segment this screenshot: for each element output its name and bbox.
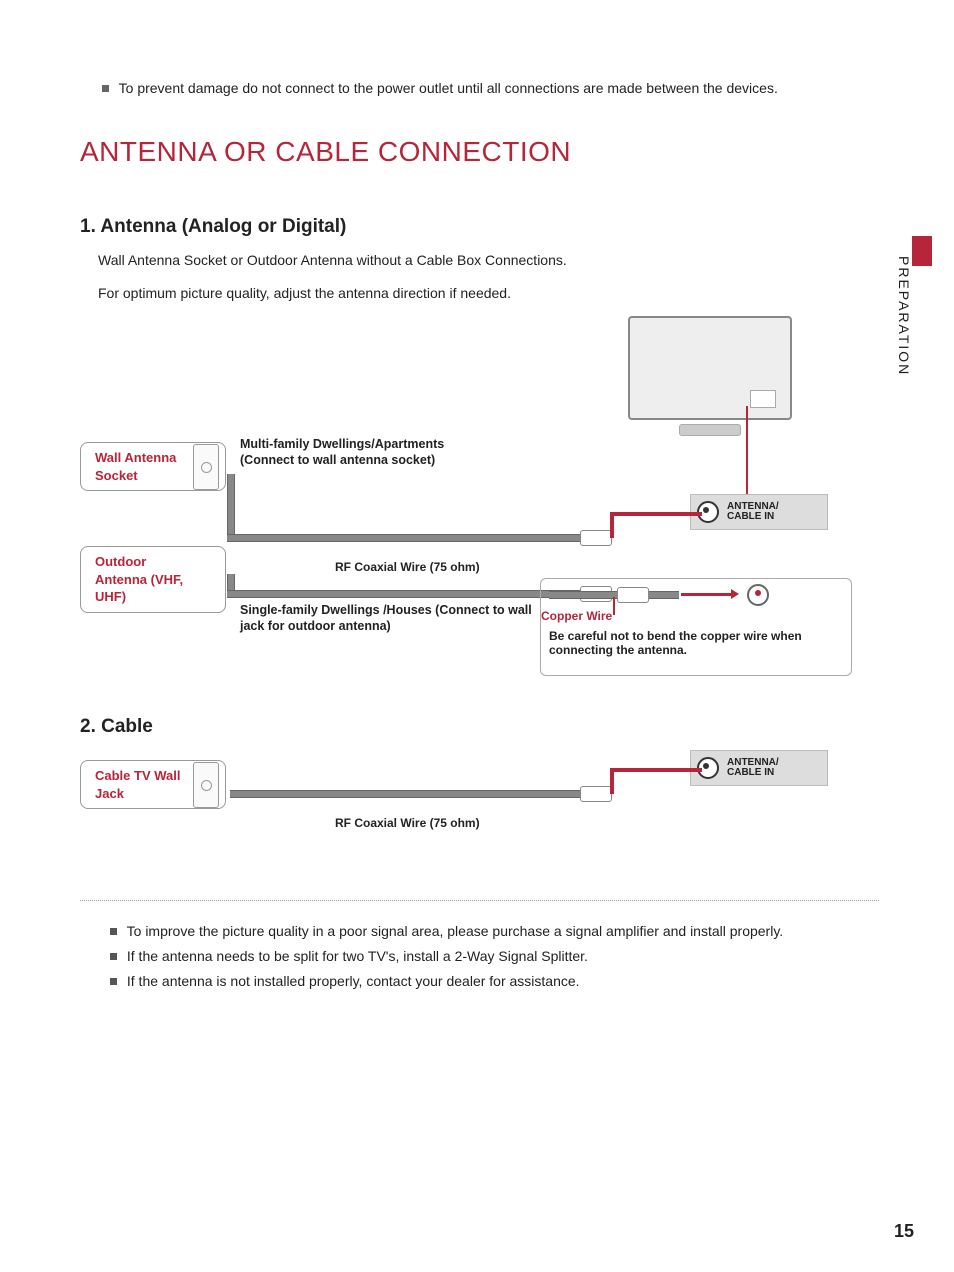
divider bbox=[80, 900, 879, 901]
antenna-port-box: ANTENNA/ CABLE IN bbox=[690, 494, 828, 530]
callout-line bbox=[746, 406, 748, 494]
copper-warning-text: Be careful not to bend the copper wire w… bbox=[549, 629, 819, 657]
section1-intro2: For optimum picture quality, adjust the … bbox=[98, 283, 598, 304]
bullet-icon bbox=[110, 928, 117, 935]
tv-screen-icon bbox=[628, 316, 792, 420]
page-number: 15 bbox=[894, 1221, 914, 1242]
wire-magenta bbox=[681, 593, 731, 596]
top-note: To prevent damage do not connect to the … bbox=[102, 80, 879, 96]
coax-target-icon bbox=[747, 584, 769, 606]
port-label: ANTENNA/ CABLE IN bbox=[727, 758, 779, 778]
wire bbox=[227, 590, 587, 598]
side-tab-label: PREPARATION bbox=[896, 256, 912, 376]
wall-plate-icon bbox=[193, 444, 219, 490]
note-item: To improve the picture quality in a poor… bbox=[110, 919, 879, 944]
tv-illustration bbox=[620, 316, 800, 446]
wire-magenta bbox=[610, 768, 702, 772]
single-family-caption: Single-family Dwellings /Houses (Connect… bbox=[240, 602, 540, 635]
rf-connector-icon bbox=[580, 786, 612, 802]
rf-connector-icon bbox=[617, 587, 649, 603]
wall-plate-icon bbox=[193, 762, 219, 808]
wall-antenna-socket-label: Wall Antenna Socket bbox=[80, 442, 226, 491]
tv-stand-icon bbox=[679, 424, 741, 436]
note-item: If the antenna is not installed properly… bbox=[110, 969, 879, 994]
diagram-cable: ANTENNA/ CABLE IN Cable TV Wall Jack RF … bbox=[80, 750, 879, 870]
multi-family-caption: Multi-family Dwellings/Apartments (Conne… bbox=[240, 436, 500, 469]
page: To prevent damage do not connect to the … bbox=[0, 0, 954, 1272]
side-tab: PREPARATION bbox=[912, 236, 932, 396]
outdoor-antenna-label: Outdoor Antenna (VHF, UHF) bbox=[80, 546, 226, 613]
bullet-icon bbox=[110, 953, 117, 960]
top-note-text: To prevent damage do not connect to the … bbox=[119, 80, 778, 96]
section1-intro1: Wall Antenna Socket or Outdoor Antenna w… bbox=[98, 250, 598, 271]
wire-magenta bbox=[610, 512, 702, 516]
diagram-antenna: ANTENNA/ CABLE IN Wall Antenna Socket Ou… bbox=[80, 316, 879, 696]
bullet-icon bbox=[102, 85, 109, 92]
section2-heading: 2. Cable bbox=[80, 716, 879, 738]
port-label: ANTENNA/ CABLE IN bbox=[727, 502, 779, 522]
main-title: ANTENNA OR CABLE CONNECTION bbox=[80, 136, 879, 168]
notes-list: To improve the picture quality in a poor… bbox=[110, 919, 879, 995]
rf-connector-icon bbox=[580, 530, 612, 546]
note-item: If the antenna needs to be split for two… bbox=[110, 944, 879, 969]
rf-coaxial-label: RF Coaxial Wire (75 ohm) bbox=[335, 560, 480, 576]
rf-coaxial-label: RF Coaxial Wire (75 ohm) bbox=[335, 816, 480, 832]
wire bbox=[227, 474, 235, 538]
copper-wire-label: Copper Wire bbox=[541, 609, 612, 623]
wire-magenta bbox=[610, 512, 614, 538]
cable-tv-wall-jack-label: Cable TV Wall Jack bbox=[80, 760, 226, 809]
wire-magenta bbox=[610, 768, 614, 794]
callout-line bbox=[613, 597, 615, 615]
bullet-icon bbox=[110, 978, 117, 985]
antenna-port-box: ANTENNA/ CABLE IN bbox=[690, 750, 828, 786]
wire bbox=[227, 534, 587, 542]
side-tab-marker bbox=[912, 236, 932, 266]
wire bbox=[230, 790, 590, 798]
copper-wire-warning-box: Copper Wire Be careful not to bend the c… bbox=[540, 578, 852, 676]
section1-heading: 1. Antenna (Analog or Digital) bbox=[80, 216, 879, 238]
arrow-icon bbox=[731, 589, 739, 599]
